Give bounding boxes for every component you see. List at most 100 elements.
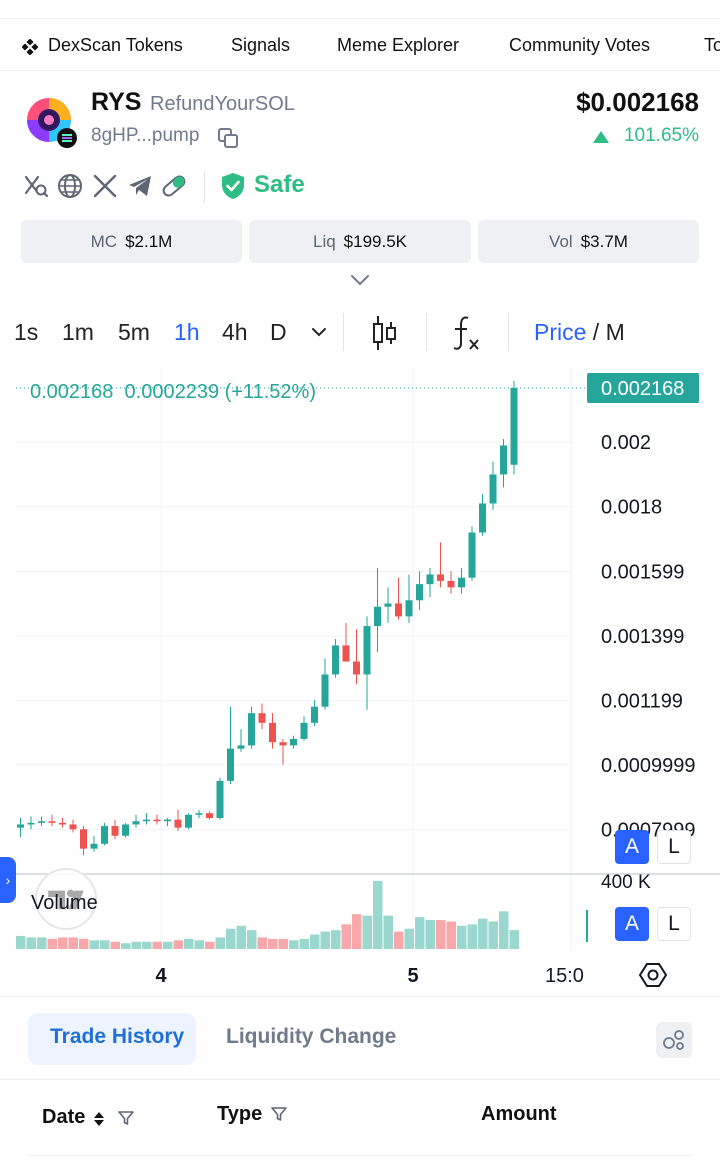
- volume-log-scale-button[interactable]: L: [657, 907, 691, 941]
- candle-body: [69, 824, 77, 830]
- sidebar-expand-tab[interactable]: ›: [0, 857, 16, 903]
- nav-item-signals[interactable]: Signals: [231, 35, 290, 56]
- price-chart[interactable]: 0.002 0.0018 0.001599 0.001399 0.001199 0.000…: [0, 368, 720, 998]
- volume-bar: [278, 938, 288, 949]
- last-price-badge-label: 0.002168: [601, 378, 684, 400]
- volume-bar: [16, 935, 26, 949]
- token-address: 8gHP...pump: [91, 125, 200, 146]
- sort-icon[interactable]: [92, 1110, 106, 1128]
- candle-body: [164, 819, 171, 822]
- volume-auto-scale-button[interactable]: A: [615, 907, 649, 941]
- volume-bar: [499, 911, 509, 949]
- candle-body: [405, 600, 413, 617]
- volume-bar: [320, 931, 330, 949]
- volume-bar: [436, 920, 446, 949]
- timeframe-1s[interactable]: 1s: [14, 319, 38, 346]
- nav-item-meme-explorer[interactable]: Meme Explorer: [337, 35, 459, 56]
- candle-body: [353, 661, 360, 675]
- x-search-icon[interactable]: [22, 172, 50, 200]
- timeframe-1h[interactable]: 1h: [174, 319, 200, 346]
- timeframe-5m[interactable]: 5m: [118, 319, 150, 346]
- candle-body: [279, 742, 287, 746]
- volume-bar: [310, 934, 320, 949]
- legend-change: 0.0002239 (+11.52%): [124, 381, 316, 403]
- column-header-type[interactable]: Type: [217, 1103, 262, 1126]
- candle-body: [27, 822, 35, 825]
- candle-body: [437, 574, 444, 581]
- section-divider: [0, 996, 720, 997]
- volume-bar: [236, 925, 246, 949]
- price-tick-label: 0.0009999: [601, 755, 696, 777]
- candle-body: [122, 824, 129, 836]
- bubbles-icon[interactable]: [656, 1022, 692, 1058]
- volume-bar: [142, 941, 152, 949]
- toolbar-divider: [426, 313, 427, 351]
- stat-value: $3.7M: [580, 231, 628, 251]
- candlestick-icon[interactable]: [371, 313, 399, 353]
- top-navigation: DexScan Tokens Signals Meme Explorer Com…: [0, 18, 720, 71]
- stat-liquidity: Liq $199.5K: [249, 220, 471, 263]
- volume-bar: [89, 940, 99, 949]
- candle-body: [426, 574, 434, 585]
- nav-item-dexscan-tokens[interactable]: DexScan Tokens: [48, 35, 183, 56]
- mcap-toggle-label[interactable]: M: [606, 319, 625, 345]
- volume-bar: [163, 941, 173, 949]
- price-toggle-label[interactable]: Price: [534, 319, 586, 345]
- telegram-icon[interactable]: [126, 172, 154, 200]
- candlesticks: [17, 380, 518, 856]
- volume-bar: [488, 921, 498, 949]
- tab-liquidity-change[interactable]: Liquidity Change: [226, 1025, 396, 1049]
- candle-body: [332, 645, 339, 675]
- filter-icon[interactable]: [117, 1109, 135, 1127]
- toolbar-divider: [343, 313, 344, 351]
- log-scale-button[interactable]: L: [657, 830, 691, 864]
- chevron-down-icon[interactable]: [310, 325, 328, 339]
- column-header-date[interactable]: Date: [42, 1106, 85, 1129]
- volume-bar: [289, 940, 299, 949]
- timeframe-4h[interactable]: 4h: [222, 319, 248, 346]
- candle-body: [384, 603, 392, 607]
- volume-bar: [457, 925, 467, 949]
- chart-legend: 0.002168 0.0002239 (+11.52%): [30, 381, 316, 404]
- time-tick-label: 15:0: [545, 965, 584, 987]
- nav-item-truncated[interactable]: To: [704, 35, 720, 56]
- candle-body: [447, 580, 455, 588]
- price-tick-label: 0.001399: [601, 626, 684, 648]
- toolbar-divider: [508, 313, 509, 351]
- stat-value: $2.1M: [125, 231, 173, 251]
- stat-label: Liq: [312, 231, 336, 251]
- pill-icon[interactable]: [160, 172, 188, 200]
- candle-body: [374, 606, 381, 627]
- volume-bar: [268, 938, 278, 949]
- nav-item-community-votes[interactable]: Community Votes: [509, 35, 650, 56]
- volume-bar: [247, 930, 257, 949]
- volume-bar: [68, 937, 78, 949]
- x-twitter-icon[interactable]: [91, 172, 119, 200]
- timeframe-1m[interactable]: 1m: [62, 319, 94, 346]
- candle-body: [206, 813, 213, 818]
- indicators-fx-icon[interactable]: [450, 313, 482, 353]
- auto-scale-button[interactable]: A: [615, 830, 649, 864]
- volume-bar: [341, 924, 351, 949]
- filter-icon[interactable]: [270, 1105, 288, 1123]
- chevron-down-icon[interactable]: [349, 272, 371, 288]
- settings-hexagon-icon[interactable]: [638, 960, 668, 990]
- volume-bar: [58, 937, 68, 949]
- safe-label: Safe: [254, 171, 305, 198]
- token-price: $0.002168: [576, 87, 699, 117]
- volume-bar: [26, 937, 36, 949]
- globe-icon[interactable]: [56, 172, 84, 200]
- copy-icon[interactable]: [217, 127, 239, 149]
- timeframe-d[interactable]: D: [270, 319, 287, 346]
- volume-bar: [173, 940, 183, 949]
- price-mcap-toggle[interactable]: Price / M: [534, 319, 625, 346]
- candle-body: [458, 577, 465, 588]
- volume-bar: [79, 938, 89, 949]
- stat-market-cap: MC $2.1M: [21, 220, 242, 263]
- candle-body: [258, 713, 266, 723]
- volume-bar: [37, 937, 47, 949]
- time-axis-ticks: 4 5 15:0: [155, 965, 584, 987]
- token-symbol: RYS: [91, 88, 142, 116]
- tab-trade-history-label[interactable]: Trade History: [50, 1025, 184, 1049]
- candle-body: [321, 674, 329, 707]
